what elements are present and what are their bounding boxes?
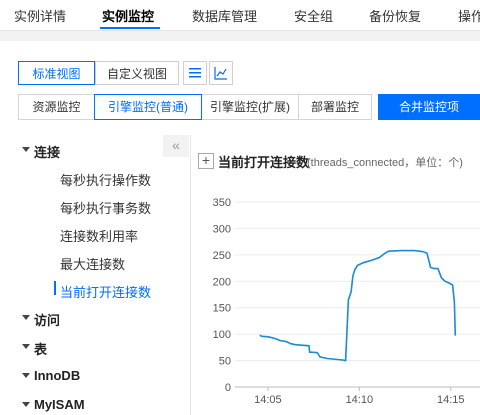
tab-database-management[interactable]: 数据库管理	[192, 6, 257, 25]
list-icon	[189, 68, 201, 78]
resource-monitoring-button[interactable]: 资源监控	[18, 94, 95, 120]
chart-subtitle: (threads_connected，单位：个)	[307, 157, 463, 169]
engine-monitoring-normal-button[interactable]: 引擎监控(普通)	[94, 94, 202, 120]
caret-down-icon	[22, 147, 30, 152]
group-label: 表	[34, 342, 48, 357]
y-tick-label: 100	[213, 329, 231, 341]
y-tick-label: 50	[219, 356, 231, 368]
y-tick-label: 150	[213, 303, 231, 315]
y-tick-label: 250	[213, 250, 231, 262]
sidebar-item-max-connections[interactable]: 最大连接数	[60, 254, 125, 273]
y-tick-label: 300	[213, 223, 231, 235]
threads-connected-chart: 0 50 100 150 200 250 300 350 14:05 14:10 14:15	[213, 197, 480, 406]
active-tab-indicator	[100, 27, 160, 29]
sidebar-item-threads-connected[interactable]: 当前打开连接数	[60, 282, 151, 301]
sidebar-item-connection-utilization[interactable]: 连接数利用率	[60, 226, 138, 245]
y-tick-label: 350	[213, 197, 231, 209]
standard-view-button[interactable]: 标准视图	[18, 61, 95, 85]
caret-down-icon	[22, 373, 30, 378]
group-innodb[interactable]: InnoDB	[22, 368, 81, 383]
group-connection[interactable]: 连接	[22, 142, 61, 161]
sidebar-item-tps[interactable]: 每秒执行事务数	[60, 198, 151, 217]
group-label: InnoDB	[34, 368, 81, 383]
chart-view-button[interactable]	[209, 61, 233, 85]
group-access[interactable]: 访问	[22, 310, 61, 329]
group-label: 连接	[34, 145, 61, 160]
tab-security-group[interactable]: 安全组	[294, 6, 333, 25]
caret-down-icon	[22, 402, 30, 407]
group-myisam[interactable]: MyISAM	[22, 397, 85, 412]
tab-instance-monitoring[interactable]: 实例监控	[102, 6, 154, 25]
group-label: MyISAM	[34, 397, 85, 412]
x-tick-label: 14:15	[437, 394, 465, 406]
series-line	[259, 249, 457, 362]
chart-title: 当前打开连接数	[218, 155, 310, 170]
add-chart-icon[interactable]: +	[198, 153, 214, 169]
merge-metrics-button[interactable]: 合并监控项	[378, 94, 480, 120]
line-chart-icon	[214, 67, 227, 80]
list-view-button[interactable]	[183, 61, 207, 85]
y-tick-label: 0	[225, 382, 231, 394]
tab-instance-details[interactable]: 实例详情	[14, 6, 66, 25]
sidebar-item-ops-per-sec[interactable]: 每秒执行操作数	[60, 170, 151, 189]
x-tick-label: 14:05	[254, 394, 282, 406]
caret-down-icon	[22, 344, 30, 349]
engine-monitoring-extended-button[interactable]: 引擎监控(扩展)	[201, 94, 299, 120]
y-tick-label: 200	[213, 276, 231, 288]
deployment-monitoring-button[interactable]: 部署监控	[298, 94, 372, 120]
collapse-sidebar-icon[interactable]: «	[163, 135, 189, 157]
tab-operation[interactable]: 操作	[458, 6, 480, 25]
active-item-indicator	[54, 281, 56, 295]
top-tab-bar: 实例详情 实例监控 数据库管理 安全组 备份恢复 操作	[0, 0, 480, 31]
x-tick-label: 14:10	[346, 394, 374, 406]
group-label: 访问	[34, 313, 61, 328]
group-table[interactable]: 表	[22, 339, 48, 358]
custom-view-button[interactable]: 自定义视图	[95, 61, 179, 85]
section-divider	[0, 31, 480, 41]
caret-down-icon	[22, 315, 30, 320]
tab-backup-restore[interactable]: 备份恢复	[369, 6, 421, 25]
